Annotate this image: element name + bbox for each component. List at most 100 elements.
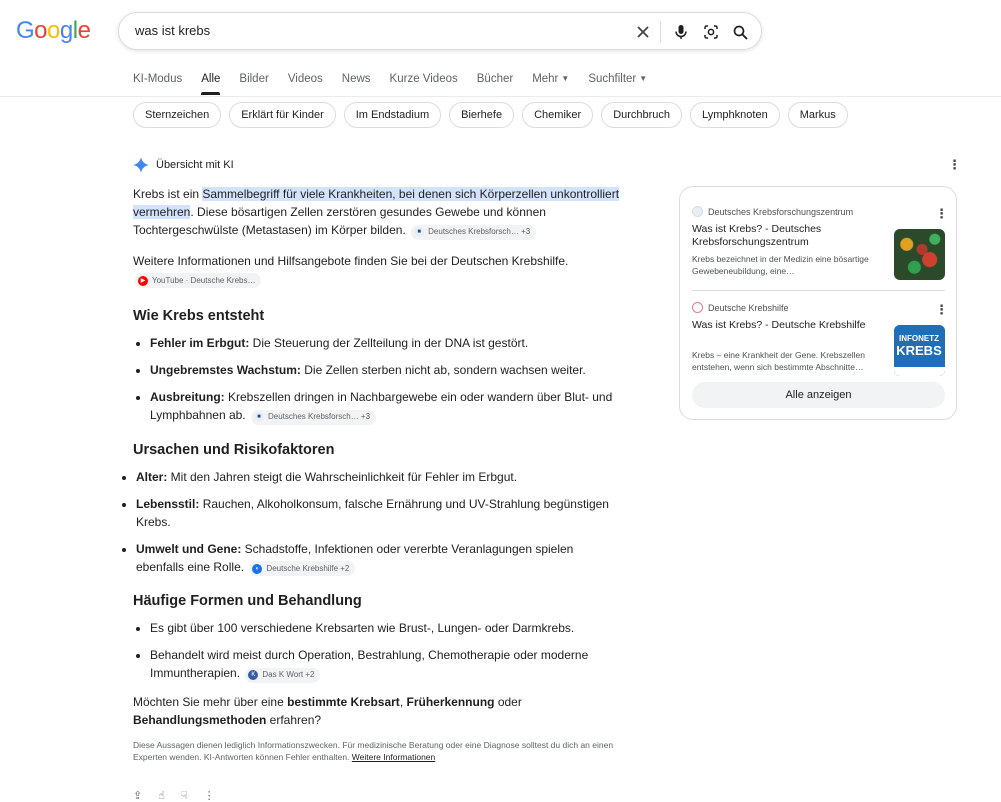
source-card[interactable]: Deutsche Krebshilfe Was ist Krebs? - Deu… xyxy=(692,302,947,376)
infonetz-krebs-logo: INFONETZ KREBS xyxy=(894,325,945,376)
list-item: Ungebremstes Wachstum: Die Zellen sterbe… xyxy=(150,361,623,379)
list-item: Fehler im Erbgut: Die Steuerung der Zell… xyxy=(150,334,623,352)
divider xyxy=(692,290,945,291)
item-text: Mit den Jahren steigt die Wahrscheinlich… xyxy=(167,469,518,484)
tab-news[interactable]: News xyxy=(342,73,371,93)
section-list: Fehler im Erbgut: Die Steuerung der Zell… xyxy=(133,334,623,425)
ai-overview-title: Übersicht mit KI xyxy=(156,159,234,171)
list-item: Lebensstil: Rauchen, Alkoholkonsum, fals… xyxy=(136,495,623,531)
item-text: Rauchen, Alkoholkonsum, falsche Ernährun… xyxy=(136,496,609,529)
youtube-icon: ▶ xyxy=(138,275,148,286)
source-title[interactable]: Was ist Krebs? - Deutsches Krebsforschun… xyxy=(692,223,882,249)
tab-buecher[interactable]: Bücher xyxy=(477,73,513,93)
section-heading: Häufige Formen und Behandlung xyxy=(133,593,362,609)
citation-label: Deutsche Krebshilfe +2 xyxy=(266,563,350,573)
refinement-chips: Sternzeichen Erklärt für Kinder Im Endst… xyxy=(133,102,856,128)
thumbs-up-icon[interactable]: ☝ xyxy=(158,789,165,802)
disclaimer: Diese Aussagen dienen lediglich Informat… xyxy=(133,739,623,763)
more-options-icon[interactable]: ⋮ xyxy=(948,158,961,171)
share-icon[interactable]: ⇪ xyxy=(133,789,142,802)
list-item: Umwelt und Gene: Schadstoffe, Infektione… xyxy=(136,540,623,576)
das-k-wort-icon: K xyxy=(248,670,259,680)
source-thumbnail: INFONETZ KREBS xyxy=(894,325,945,376)
tab-ki-modus[interactable]: KI-Modus xyxy=(133,73,182,93)
ai-intro: Krebs ist ein Sammelbegriff für viele Kr… xyxy=(133,185,623,240)
show-all-button[interactable]: Alle anzeigen xyxy=(692,382,945,408)
more-icon[interactable]: ⋮ xyxy=(204,789,215,802)
source-site: Deutsches Krebsforschungszentrum xyxy=(692,206,947,217)
ai-sparkle-icon xyxy=(133,157,149,173)
clear-icon[interactable] xyxy=(633,22,653,42)
question-text: Möchten Sie mehr über eine xyxy=(133,694,288,709)
tab-bilder[interactable]: Bilder xyxy=(239,73,268,93)
item-text: Behandelt wird meist durch Operation, Be… xyxy=(150,648,589,680)
question-bold: Behandlungsmethoden xyxy=(133,712,267,727)
chip[interactable]: Chemiker xyxy=(522,102,594,128)
citation-label: YouTube · Deutsche Krebs… xyxy=(152,275,256,285)
citation-label: Das K Wort +2 xyxy=(262,670,315,679)
item-text: Die Zellen sterben nicht ab, sondern wac… xyxy=(300,363,586,377)
header-divider xyxy=(0,96,1001,97)
ai-overview-header: Übersicht mit KI xyxy=(133,157,234,173)
caret-down-icon: ▼ xyxy=(639,74,648,83)
feedback-bar: ⇪ ☝ ☟ ⋮ xyxy=(133,789,231,802)
source-site-name: Deutsche Krebshilfe xyxy=(708,302,789,313)
section-list: Alter: Mit den Jahren steigt die Wahrsch… xyxy=(133,468,623,576)
tab-mehr-label: Mehr xyxy=(532,73,559,85)
chip[interactable]: Erklärt für Kinder xyxy=(229,102,336,128)
question-text: oder xyxy=(494,694,522,709)
dkfz-icon xyxy=(692,206,703,217)
more-options-icon[interactable]: ⋮ xyxy=(935,207,948,220)
question-bold: Früherkennung xyxy=(406,694,495,709)
lens-icon[interactable] xyxy=(701,22,721,42)
citation-label: Deutsches Krebsforsch… +3 xyxy=(428,227,531,236)
google-logo[interactable]: Google xyxy=(16,17,91,45)
dkfz-icon: ■ xyxy=(253,412,264,422)
chip[interactable]: Durchbruch xyxy=(601,102,683,128)
tab-suchfilter-label: Suchfilter xyxy=(588,73,637,85)
item-label: Ungebremstes Wachstum: xyxy=(150,363,301,377)
tab-videos[interactable]: Videos xyxy=(288,73,323,93)
microphone-icon[interactable] xyxy=(671,22,691,42)
item-text: Die Steuerung der Zellteilung in der DNA… xyxy=(249,336,529,350)
chip[interactable]: Markus xyxy=(787,102,848,128)
more-info-link[interactable]: Weitere Informationen xyxy=(352,752,435,762)
item-label: Lebensstil: xyxy=(136,496,200,511)
citation-chip[interactable]: ■ Deutsches Krebsforsch… +3 xyxy=(250,409,377,425)
item-label: Alter: xyxy=(136,469,168,484)
follow-up-question: Möchten Sie mehr über eine bestimmte Kre… xyxy=(133,693,623,729)
list-item: Alter: Mit den Jahren steigt die Wahrsch… xyxy=(136,468,623,486)
search-input[interactable] xyxy=(133,22,617,39)
thumbs-down-icon[interactable]: ☟ xyxy=(181,789,188,802)
source-thumbnail xyxy=(894,229,945,280)
chip[interactable]: Im Endstadium xyxy=(343,102,442,128)
section-heading: Ursachen und Risikofaktoren xyxy=(133,441,335,458)
source-site-name: Deutsches Krebsforschungszentrum xyxy=(708,206,854,217)
list-item: Ausbreitung: Krebszellen dringen in Nach… xyxy=(150,388,623,425)
chip[interactable]: Lymphknoten xyxy=(690,102,780,128)
citation-chip[interactable]: K Das K Wort +2 xyxy=(245,667,321,683)
tab-alle[interactable]: Alle xyxy=(201,73,221,95)
info-text: Weitere Informationen und Hilfsangebote … xyxy=(133,253,569,268)
caret-down-icon: ▼ xyxy=(561,74,570,83)
search-box[interactable] xyxy=(118,12,762,50)
ai-info: Weitere Informationen und Hilfsangebote … xyxy=(133,252,623,288)
tab-kurze-videos[interactable]: Kurze Videos xyxy=(390,73,458,93)
list-item: Behandelt wird meist durch Operation, Be… xyxy=(150,646,623,683)
svg-text:INFONETZ: INFONETZ xyxy=(899,334,939,343)
chip[interactable]: Bierhefe xyxy=(449,102,515,128)
intro-text: Krebs ist ein xyxy=(133,187,203,201)
more-options-icon[interactable]: ⋮ xyxy=(935,303,948,316)
citation-chip[interactable]: ▶ YouTube · Deutsche Krebs… xyxy=(135,273,262,288)
source-title[interactable]: Was ist Krebs? - Deutsche Krebshilfe xyxy=(692,319,882,332)
tab-mehr[interactable]: Mehr ▼ xyxy=(532,73,569,93)
svg-text:KREBS: KREBS xyxy=(896,343,942,358)
citation-chip[interactable]: ■ Deutsches Krebsforsch… +3 xyxy=(411,224,537,240)
source-card[interactable]: Deutsches Krebsforschungszentrum Was ist… xyxy=(692,206,947,280)
tab-suchfilter[interactable]: Suchfilter ▼ xyxy=(588,73,647,93)
source-snippet: Krebs – eine Krankheit der Gene. Krebsze… xyxy=(692,350,865,372)
chip[interactable]: Sternzeichen xyxy=(133,102,222,128)
search-icon[interactable] xyxy=(730,22,750,42)
citation-chip[interactable]: ◐ Deutsche Krebshilfe +2 xyxy=(249,561,356,576)
sources-panel: Deutsches Krebsforschungszentrum Was ist… xyxy=(679,186,957,420)
